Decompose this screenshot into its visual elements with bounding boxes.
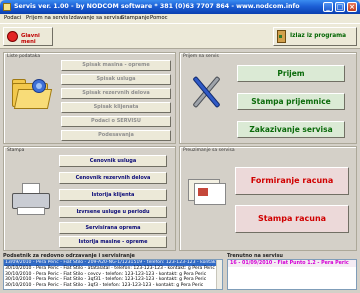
list-item[interactable]: 16 - 01/09/2010 - Fiat Punto 1.2 - Pera … <box>228 260 356 267</box>
lists-panel: Liste podataka Spisak masina - opreme Sp… <box>3 52 176 144</box>
reminder-box: Podsetnik za redovno odrzavanje i servis… <box>3 253 223 290</box>
print-receipt-button[interactable]: Stampa prijemnice <box>237 93 345 110</box>
prijem-panel-title: Prijem na servis <box>183 54 219 59</box>
maximize-button[interactable]: □ <box>335 2 345 12</box>
exit-button[interactable]: Izlaz iz programa <box>273 27 357 46</box>
preuzimanje-panel: Preuzimanje sa servisa Formiranje racuna… <box>179 146 357 251</box>
list-item[interactable]: 13/09/2010 - Pera Peric - Fiat Stilo - 2… <box>4 260 222 266</box>
menu-pomoc[interactable]: Pomoc <box>150 14 168 23</box>
window-title: Servis ver. 1.00 - by NODCOM software * … <box>14 3 300 10</box>
services-list-button[interactable]: Spisak usluga <box>61 74 171 85</box>
menu-izdavanje[interactable]: Izdavanje sa servisa <box>69 14 123 23</box>
prijem-button[interactable]: Prijem <box>237 65 345 82</box>
machine-history-button[interactable]: Istorija masine - opreme <box>59 236 167 248</box>
parts-pricelist-button[interactable]: Cenovnik rezervnih delova <box>59 172 167 184</box>
home-icon <box>7 31 18 42</box>
spare-parts-list-button[interactable]: Spisak rezervnih delova <box>61 88 171 99</box>
reminder-list[interactable]: 13/09/2010 - Pera Peric - Fiat Stilo - 2… <box>3 259 223 290</box>
lists-panel-title: Liste podataka <box>7 54 41 59</box>
schedule-service-button[interactable]: Zakazivanje servisa <box>237 121 345 138</box>
minimize-button[interactable]: _ <box>323 2 333 12</box>
print-invoice-button[interactable]: Stampa racuna <box>235 205 349 233</box>
list-item[interactable]: 30/10/2010 - Pera Peric - Fiat Stilo - a… <box>4 266 222 272</box>
reminder-scrollbar[interactable] <box>216 260 222 289</box>
equipment-list-button[interactable]: Spisak masina - opreme <box>61 60 171 71</box>
preuzimanje-panel-title: Preuzimanje sa servisa <box>183 148 235 153</box>
printer-icon <box>12 183 52 217</box>
invoice-icon <box>188 177 228 207</box>
bottom-area: Podsetnik za redovno odrzavanje i servis… <box>3 253 357 290</box>
menu-prijem[interactable]: Prijem na servis <box>26 14 68 23</box>
menu-stampanje[interactable]: Stampanje <box>121 14 150 23</box>
period-services-button[interactable]: Izvrsene usluge u periodu <box>59 206 167 218</box>
current-service-box: Trenutno na servisu 16 - 01/09/2010 - Fi… <box>227 253 357 290</box>
door-exit-icon <box>277 30 286 43</box>
clients-list-button[interactable]: Spisak klijenata <box>61 102 171 113</box>
exit-label: Izlaz iz programa <box>290 33 347 39</box>
app-icon <box>3 3 11 11</box>
client-history-button[interactable]: Istorija klijenta <box>59 189 167 201</box>
folder-icon <box>12 79 53 109</box>
close-button[interactable]: × <box>347 2 357 12</box>
main-menu-label: Glavni meni <box>21 33 40 45</box>
main-menu-button[interactable]: Glavni meni <box>3 27 53 46</box>
prijem-panel: Prijem na servis Prijem Stampa prijemnic… <box>179 52 357 144</box>
current-service-list[interactable]: 16 - 01/09/2010 - Fiat Punto 1.2 - Pera … <box>227 259 357 290</box>
title-bar: Servis ver. 1.00 - by NODCOM software * … <box>0 0 360 14</box>
service-pricelist-button[interactable]: Cenovnik usluga <box>59 155 167 167</box>
settings-button[interactable]: Podesavanja <box>61 130 171 141</box>
service-info-button[interactable]: Podaci o SERVISU <box>61 116 171 127</box>
serviced-equipment-button[interactable]: Servisirana oprema <box>59 222 167 234</box>
list-item[interactable]: 30/10/2010 - Pera Peric - Fiat Stilo - 3… <box>4 283 222 289</box>
stampa-panel: Stampa Cenovnik usluga Cenovnik rezervni… <box>3 146 176 251</box>
stampa-panel-title: Stampa <box>7 148 25 153</box>
create-invoice-button[interactable]: Formiranje racuna <box>235 167 349 195</box>
toolbar: Glavni meni Izlaz iz programa <box>0 23 360 49</box>
tools-icon <box>186 73 228 111</box>
menu-bar: Podaci Prijem na servis Izdavanje sa ser… <box>0 14 360 23</box>
menu-podaci[interactable]: Podaci <box>4 14 21 23</box>
